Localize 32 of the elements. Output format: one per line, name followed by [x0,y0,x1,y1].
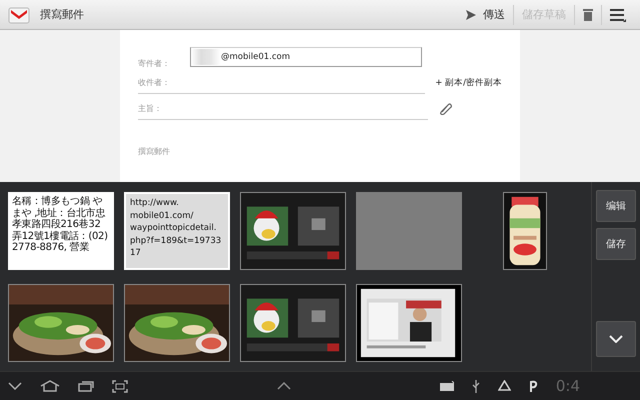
back-button[interactable] [8,382,22,390]
p-icon [528,380,538,392]
blank-clip[interactable] [356,192,462,270]
to-label: 收件者： [138,77,170,88]
cc-bcc-link[interactable]: + 副本/密件副本 [435,77,502,89]
chevron-down-icon [8,382,22,390]
usb-icon [472,380,480,392]
expand-button[interactable] [276,382,291,390]
from-label: 寄件者： [138,58,170,68]
send-icon [465,8,477,20]
paperclip-icon[interactable] [440,103,452,115]
mail-logo-icon[interactable] [8,4,30,24]
clipboard-text[interactable]: http://www. mobile01.com/ waypointtopicdetail. php?f=189&t=1973317 [124,192,230,270]
tray-button[interactable]: 编辑 [596,190,636,222]
clock: 0:4 [556,377,580,395]
clipboard-text[interactable]: 名稱：博多もつ鍋 やまや ,地址：台北市忠孝東路四段216巷32弄12號1樓電話：(02)2778-8876, 營業 [8,192,114,270]
chevron-up-icon [276,382,291,390]
trash-icon [583,8,593,21]
tray-button[interactable]: 儲存 [596,228,636,260]
screen-title: 撰寫郵件 [40,7,85,22]
screenshot-icon [112,380,128,392]
menu-icon [610,8,626,22]
chevron-down-icon [609,335,623,343]
screenshot-button[interactable] [112,380,128,392]
home-icon [40,380,60,392]
from-field[interactable]: @mobile01.com [190,47,422,67]
collapse-button[interactable] [596,321,636,357]
send-button[interactable]: 傳送 [457,3,513,26]
home-button[interactable] [40,380,60,392]
subject-label: 主旨： [138,103,162,114]
recent-apps-icon [78,380,94,392]
recent-apps-button[interactable] [78,380,94,392]
